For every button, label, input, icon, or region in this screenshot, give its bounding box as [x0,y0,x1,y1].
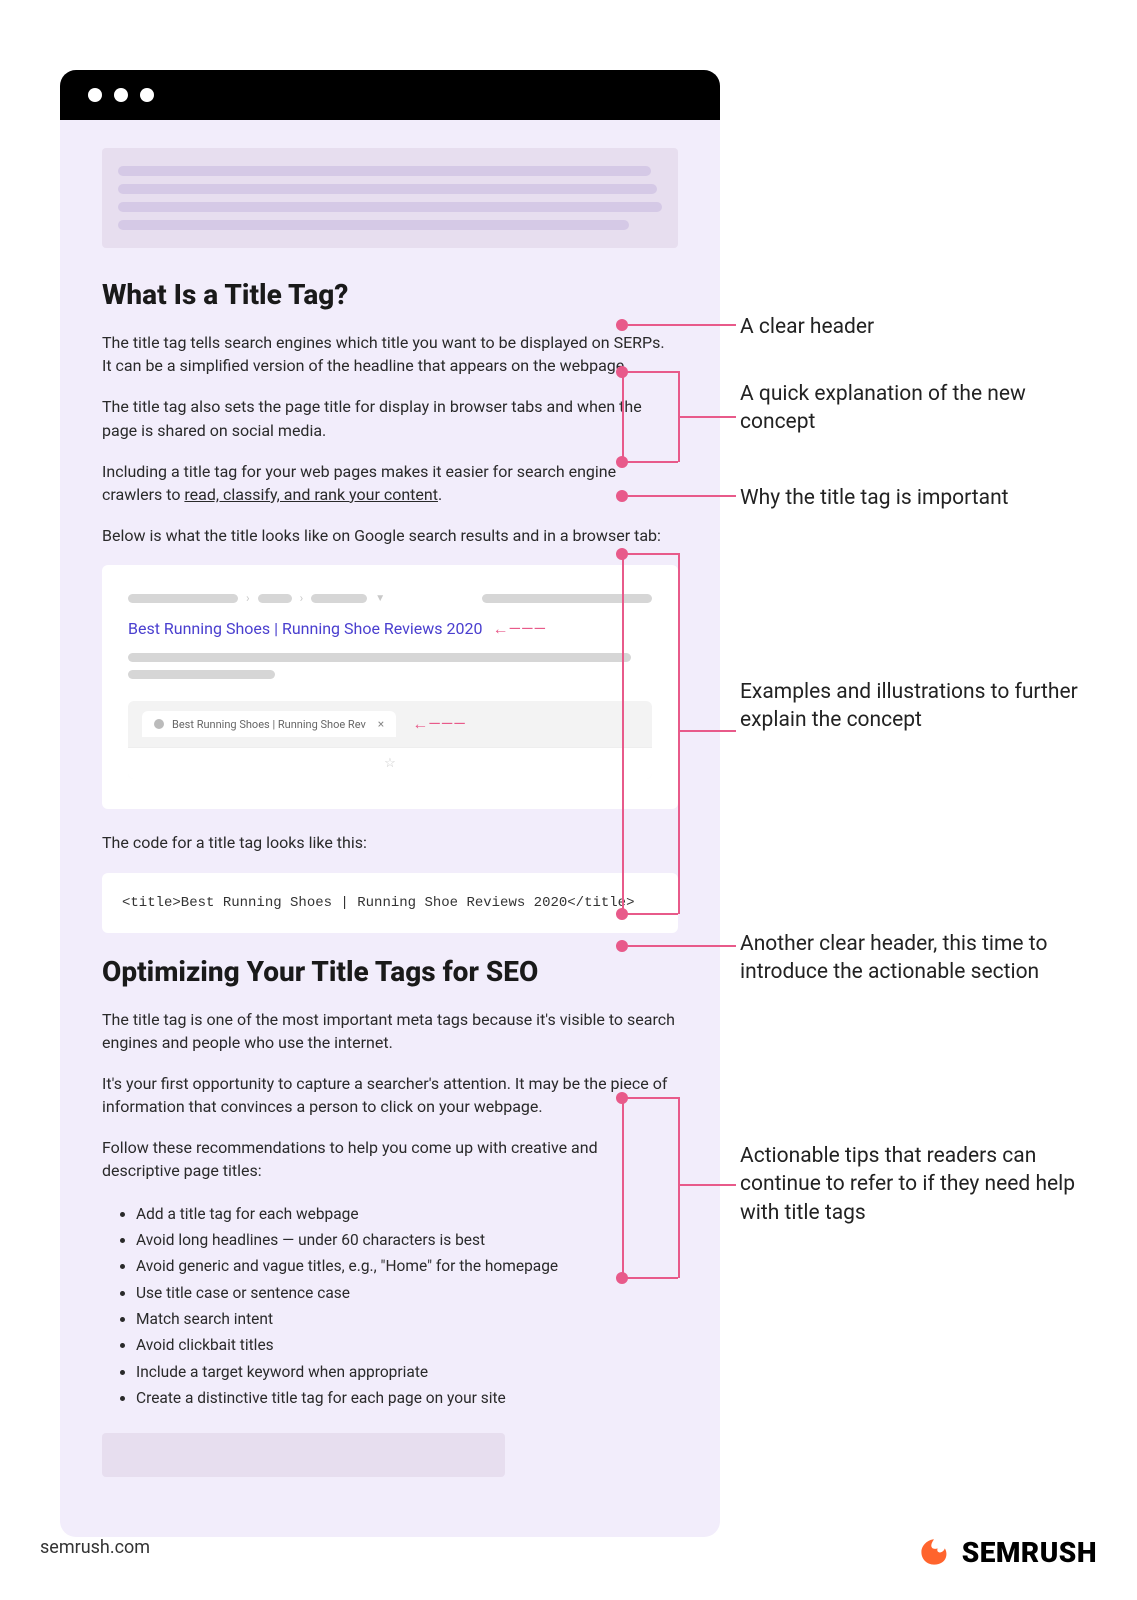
globe-icon [154,719,164,729]
browser-tab-example: Best Running Shoes | Running Shoe Rev × … [128,701,652,779]
paragraph: Follow these recommendations to help you… [102,1136,678,1182]
paragraph: The title tag also sets the page title f… [102,395,678,441]
brand-name: SEMRUSH [962,1536,1097,1569]
annotation: A clear header [740,313,874,341]
tip-item: Match search intent [136,1306,678,1332]
breadcrumb-row: › › ▼ [128,591,652,605]
annotation: A quick explanation of the new concept [740,380,1100,437]
browser-mockup: What Is a Title Tag? The title tag tells… [60,70,720,1537]
paragraph: Below is what the title looks like on Go… [102,524,678,547]
mockup-titlebar [60,70,720,120]
heading-title-tag: What Is a Title Tag? [102,278,678,311]
dropdown-icon: ▼ [375,593,385,604]
chevron-icon: › [300,591,304,605]
star-icon: ☆ [384,756,396,771]
tip-item: Avoid long headlines — under 60 characte… [136,1227,678,1253]
example-serp-box: › › ▼ Best Running Shoes | Running Shoe … [102,565,678,809]
paragraph: Including a title tag for your web pages… [102,460,678,506]
annotation: Another clear header, this time to intro… [740,930,1100,987]
annotation: Actionable tips that readers can continu… [740,1142,1100,1227]
serp-title-row: Best Running Shoes | Running Shoe Review… [128,619,652,639]
placeholder-block [102,1433,505,1477]
tip-item: Use title case or sentence case [136,1280,678,1306]
annotation-text: Actionable tips that readers can continu… [740,1144,1075,1225]
tip-item: Avoid clickbait titles [136,1332,678,1358]
annotation-text: Why the title tag is important [740,486,1009,510]
url-bar: ☆ [128,747,652,779]
tip-item: Avoid generic and vague titles, e.g., "H… [136,1253,678,1279]
tip-item: Add a title tag for each webpage [136,1201,678,1227]
paragraph: The code for a title tag looks like this… [102,831,678,854]
paragraph: It's your first opportunity to capture a… [102,1072,678,1118]
close-icon: × [378,717,384,731]
annotation-text: A clear header [740,315,874,339]
arrow-left-icon: ←——— [412,714,465,734]
code-example: <title>Best Running Shoes | Running Shoe… [102,873,678,933]
tip-item: Include a target keyword when appropriat… [136,1359,678,1385]
browser-tab: Best Running Shoes | Running Shoe Rev × [142,711,396,737]
paragraph-text: . [438,485,442,504]
window-dot [88,88,102,102]
arrow-left-icon: ←——— [492,619,545,638]
inline-link[interactable]: read, classify, and rank your content [184,485,438,504]
brand-logo: SEMRUSH [916,1534,1097,1570]
placeholder-block [102,148,678,248]
tips-list: Add a title tag for each webpageAvoid lo… [102,1201,678,1412]
tab-title: Best Running Shoes | Running Shoe Rev [172,718,366,731]
paragraph: The title tag tells search engines which… [102,331,678,377]
annotation: Why the title tag is important [740,484,1009,512]
fire-icon [916,1534,952,1570]
footer-domain: semrush.com [40,1537,150,1558]
annotation: Examples and illustrations to further ex… [740,678,1100,735]
window-dot [140,88,154,102]
paragraph: The title tag is one of the most importa… [102,1008,678,1054]
annotation-text: A quick explanation of the new concept [740,382,1026,434]
tip-item: Create a distinctive title tag for each … [136,1385,678,1411]
chevron-icon: › [246,591,250,605]
serp-title-link[interactable]: Best Running Shoes | Running Shoe Review… [128,619,482,638]
annotation-text: Examples and illustrations to further ex… [740,680,1078,732]
annotation-text: Another clear header, this time to intro… [740,932,1047,984]
heading-optimizing: Optimizing Your Title Tags for SEO [102,955,678,988]
window-dot [114,88,128,102]
